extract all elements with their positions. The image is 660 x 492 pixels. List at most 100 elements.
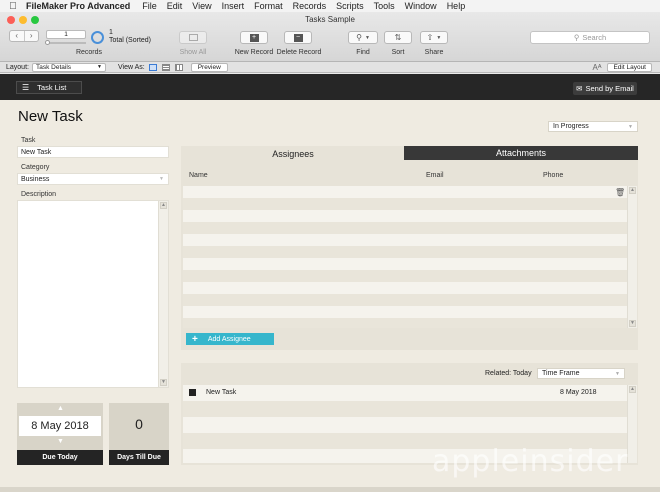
chevron-down-icon: ▼: [628, 123, 633, 130]
scroll-up-icon[interactable]: ▲: [629, 187, 636, 194]
share-icon: ⇧: [426, 33, 434, 42]
minus-icon: −: [293, 34, 303, 42]
search-input[interactable]: ⚲ Search: [530, 31, 650, 44]
scroll-down-icon[interactable]: ▼: [160, 379, 167, 386]
related-filter-label: Related: Today: [485, 370, 532, 377]
assignee-row: [183, 198, 627, 210]
assignee-row: [183, 258, 627, 270]
time-frame-select[interactable]: Time Frame ▼: [537, 368, 625, 379]
chevron-down-icon: ▼: [615, 370, 620, 377]
task-field[interactable]: New Task: [17, 146, 169, 158]
assignee-row: [183, 234, 627, 246]
related-task-row: [183, 417, 627, 433]
tab-assignees[interactable]: Assignees: [181, 146, 405, 161]
chevron-down-icon: ▼: [97, 63, 102, 70]
layout-bar: Layout: Task Details ▼ View As: Preview …: [0, 62, 660, 73]
menu-format[interactable]: Format: [254, 1, 283, 11]
menu-records[interactable]: Records: [293, 1, 327, 11]
related-scrollbar[interactable]: ▲: [627, 385, 637, 463]
time-frame-value: Time Frame: [542, 370, 580, 377]
window-bottom-edge: [0, 487, 660, 492]
related-task-date: 8 May 2018: [560, 389, 597, 396]
form-view-icon[interactable]: [148, 63, 157, 71]
scroll-up-icon[interactable]: ▲: [629, 386, 636, 393]
previous-record-icon[interactable]: ‹: [10, 31, 25, 41]
record-slider[interactable]: [46, 42, 86, 44]
record-number-field[interactable]: 1: [46, 30, 86, 39]
task-label: Task: [21, 137, 36, 144]
menu-edit[interactable]: Edit: [167, 1, 183, 11]
trash-icon[interactable]: 🗑: [615, 188, 625, 197]
edit-layout-button[interactable]: Edit Layout: [607, 62, 652, 72]
send-by-email-label: Send by Email: [585, 84, 634, 93]
show-all-button[interactable]: [179, 31, 207, 44]
chevron-down-icon: ▼: [159, 176, 164, 182]
add-assignee-button[interactable]: + Add Assignee: [186, 333, 274, 345]
menu-view[interactable]: View: [192, 1, 211, 11]
records-pie-icon: [91, 31, 104, 44]
view-as-label: View As:: [117, 63, 145, 71]
page-title: New Task: [18, 108, 83, 125]
description-scrollbar[interactable]: ▲ ▼: [158, 201, 168, 387]
due-date-field[interactable]: 8 May 2018: [19, 416, 101, 436]
date-up-icon[interactable]: ▲: [57, 405, 64, 412]
sort-label: Sort: [391, 49, 405, 56]
delete-record-button[interactable]: −: [284, 31, 312, 44]
send-by-email-button[interactable]: ✉ Send by Email: [573, 82, 637, 95]
list-view-icon[interactable]: [161, 63, 170, 71]
column-header-name: Name: [189, 172, 208, 179]
text-size-icon[interactable]: Aᴬ: [593, 63, 602, 72]
sort-button[interactable]: ⇅: [384, 31, 412, 44]
preview-button[interactable]: Preview: [190, 62, 228, 72]
search-icon: ⚲: [573, 33, 580, 42]
assignee-row[interactable]: [183, 186, 627, 198]
layout-header: [0, 74, 660, 100]
watermark-logo: appleinsider: [432, 444, 629, 479]
find-label: Find: [356, 49, 370, 56]
status-select[interactable]: In Progress ▼: [548, 121, 638, 132]
menu-help[interactable]: Help: [447, 1, 466, 11]
due-today-label: Due Today: [17, 450, 103, 465]
assignee-row: [183, 270, 627, 282]
find-button[interactable]: ⚲ ▼: [348, 31, 378, 44]
plus-icon: +: [192, 333, 198, 345]
new-record-button[interactable]: +: [240, 31, 268, 44]
menu-file[interactable]: File: [142, 1, 157, 11]
menu-tools[interactable]: Tools: [374, 1, 395, 11]
add-assignee-label: Add Assignee: [207, 335, 251, 343]
days-till-due-label: Days Till Due: [109, 450, 169, 465]
task-list-button[interactable]: ☰ Task List: [16, 81, 82, 94]
next-record-icon[interactable]: ›: [25, 31, 39, 41]
calendar-icon: [189, 389, 196, 396]
assignee-row: [183, 222, 627, 234]
search-placeholder: Search: [582, 33, 607, 42]
delete-record-label: Delete Record: [276, 49, 322, 56]
table-view-icon[interactable]: [174, 63, 183, 71]
assignee-row: [183, 210, 627, 222]
description-field[interactable]: [17, 200, 169, 388]
menu-window[interactable]: Window: [405, 1, 437, 11]
description-label: Description: [21, 191, 57, 198]
related-task-name: New Task: [206, 389, 237, 396]
assignee-row: [183, 282, 627, 294]
layout-select[interactable]: Task Details ▼: [31, 62, 106, 72]
window-title: Tasks Sample: [305, 15, 355, 24]
scroll-down-icon[interactable]: ▼: [629, 320, 636, 327]
sort-arrows-icon: ⇅: [394, 33, 402, 42]
assignees-scrollbar[interactable]: ▲ ▼: [627, 186, 637, 328]
share-button[interactable]: ⇧ ▼: [420, 31, 448, 44]
task-list-label: Task List: [37, 83, 67, 92]
date-down-icon[interactable]: ▼: [57, 438, 64, 445]
record-slider-handle[interactable]: [45, 40, 50, 45]
record-nav-buttons: ‹ ›: [9, 30, 39, 42]
tab-attachments[interactable]: Attachments: [404, 146, 638, 160]
menu-scripts[interactable]: Scripts: [336, 1, 364, 11]
menu-insert[interactable]: Insert: [222, 1, 245, 11]
total-count: 1: [109, 29, 113, 36]
apple-menu-icon[interactable]: : [0, 1, 26, 12]
menu-app-name[interactable]: FileMaker Pro Advanced: [26, 1, 130, 11]
related-task-row[interactable]: New Task 8 May 2018: [183, 385, 627, 401]
scroll-up-icon[interactable]: ▲: [160, 202, 167, 209]
layout-label: Layout:: [6, 63, 29, 71]
category-select[interactable]: Business ▼: [17, 173, 169, 185]
